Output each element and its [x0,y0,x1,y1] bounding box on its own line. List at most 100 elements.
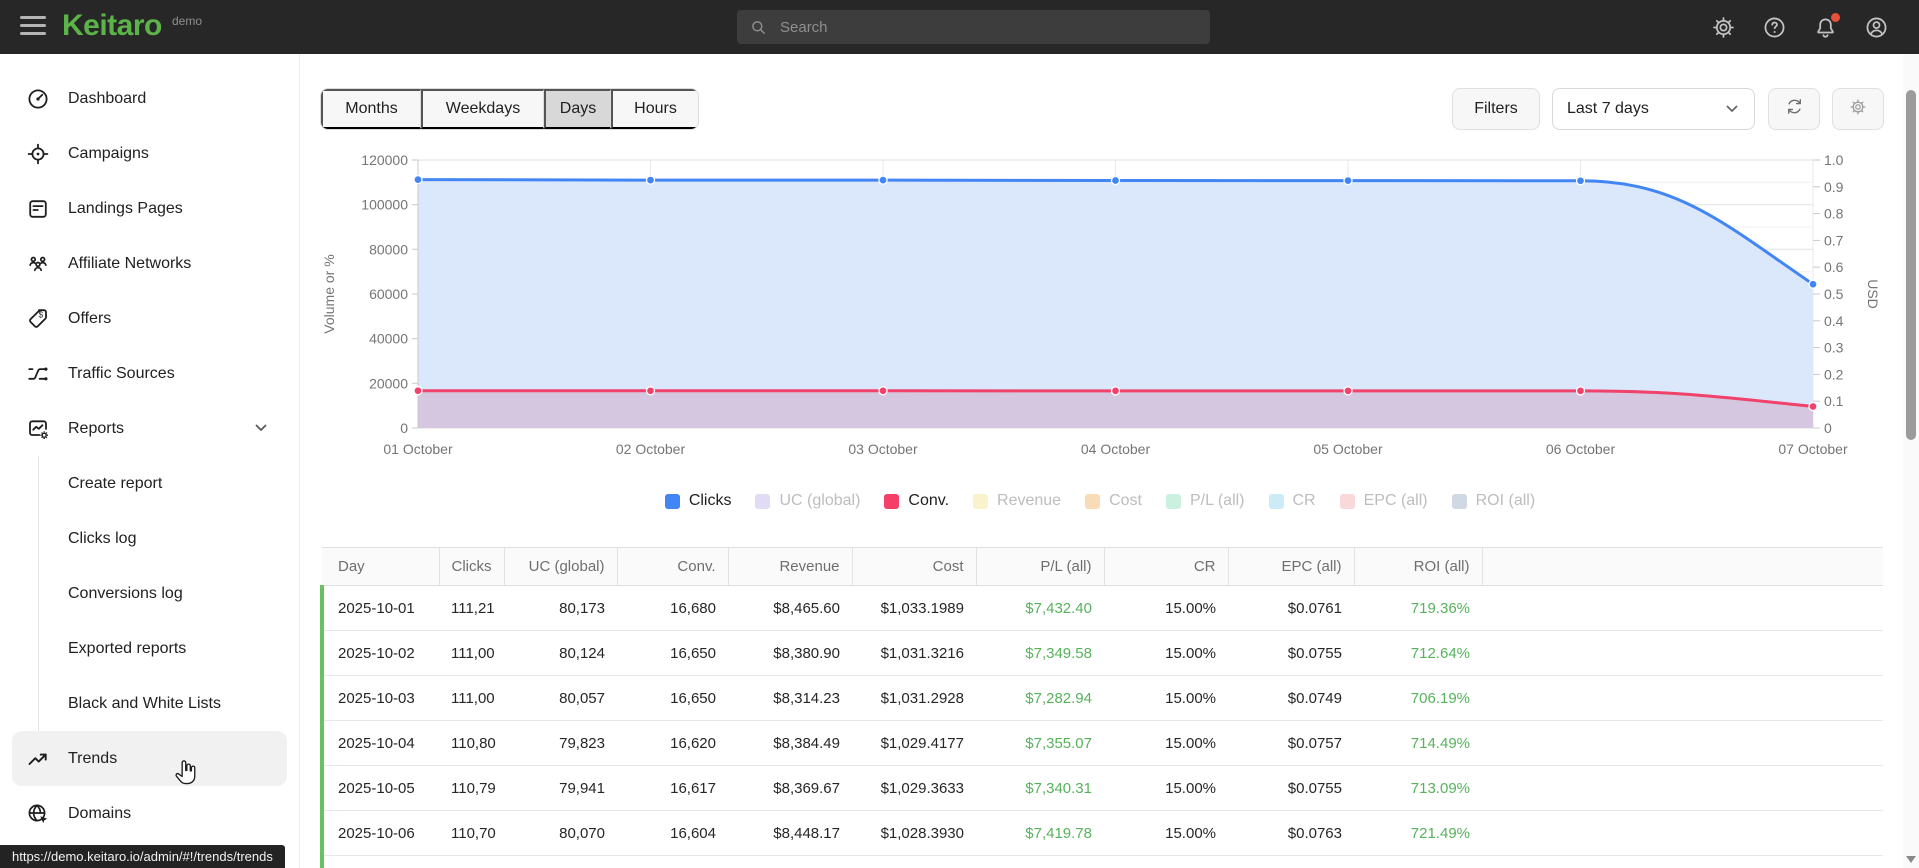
cell-cost: $1,028.3930 [852,810,976,856]
cell-day: 2025-10-02 [320,630,439,676]
sidebar-item-exported-reports[interactable]: Exported reports [39,621,299,676]
chevron-down-icon[interactable] [253,420,269,436]
column-header-p-l-all[interactable]: P/L (all) [976,547,1105,586]
cell-clicks: 111,00 [439,675,504,721]
column-header-revenue[interactable]: Revenue [728,547,853,586]
cell-filler [1482,765,1883,811]
legend-item-clicks[interactable]: Clicks [664,492,732,510]
legend-item-roi-all[interactable]: ROI (all) [1451,492,1535,510]
cell-epc-all: $0.0761 [1228,585,1354,631]
column-header-conv[interactable]: Conv. [617,547,729,586]
app-logo[interactable]: Keitaro [62,9,162,43]
table-header: Day Clicks UC (global) Conv. Revenue Cost P/L … [322,547,1883,586]
svg-text:0.8: 0.8 [1824,206,1844,222]
sidebar-item-reports[interactable]: Reports [12,401,287,456]
svg-text:Volume or %: Volume or % [321,254,337,333]
sidebar-item-domains[interactable]: Domains [12,786,287,841]
cell-revenue: $4,869.94 [728,855,852,868]
tab-days[interactable]: Days [544,89,611,129]
legend-label: Clicks [688,492,732,509]
sidebar-item-dashboard[interactable]: Dashboard [12,71,287,126]
refresh-button[interactable] [1768,88,1820,130]
account-icon[interactable] [1864,15,1889,40]
svg-text:20000: 20000 [369,375,408,391]
svg-text:100000: 100000 [361,197,408,213]
cell-roi-all: 726.76% [1354,855,1482,868]
chart-settings-button[interactable] [1832,88,1884,130]
sidebar-item-label: Trends [68,749,118,767]
sidebar-item-clicks-log[interactable]: Clicks log [39,511,299,566]
cell-uc-global: 80,070 [504,810,617,856]
legend-label: Revenue [997,492,1062,509]
cell-clicks: 111,21 [439,585,504,631]
cell-cr: 15.00% [1104,630,1228,676]
cell-uc-global: 80,057 [504,675,617,721]
table-body: 2025-10-01 111,21 80,173 16,680 $8,465.60 $1,… [320,585,1883,868]
sidebar-item-campaigns[interactable]: Campaigns [12,126,287,181]
cell-uc-global: 79,823 [504,720,617,766]
column-header-day[interactable]: Day [322,547,440,586]
column-header-uc-global[interactable]: UC (global) [504,547,618,586]
notification-dot [1831,12,1840,22]
legend-swatch [664,493,680,509]
legend-item-conv[interactable]: Conv. [884,492,949,510]
sidebar-item-label: Domains [68,804,132,822]
campaigns-icon [26,142,50,166]
help-icon[interactable] [1762,15,1787,40]
legend-item-p-l-all[interactable]: P/L (all) [1165,492,1245,510]
cell-day: 2025-10-01 [320,585,439,631]
scrollbar-track[interactable] [1903,54,1919,868]
date-range-select[interactable]: Last 7 days [1552,88,1755,130]
tab-hours[interactable]: Hours [611,89,698,129]
cell-revenue: $8,448.17 [728,810,852,856]
tab-months[interactable]: Months [321,89,421,129]
legend-swatch [884,493,900,509]
trends-chart: 0 20000 40000 60000 80000 100000 120000 0 0.1 0.2… [321,152,1880,457]
legend-item-cost[interactable]: Cost [1085,492,1142,510]
scrollbar-thumb[interactable] [1906,90,1916,440]
legend-item-cr[interactable]: CR [1268,492,1316,510]
sidebar-item-landings-pages[interactable]: Landings Pages [12,181,287,236]
sidebar-item-label: Traffic Sources [68,364,175,382]
sidebar: Dashboard Campaigns Landings Pages Affiliat… [0,54,300,868]
cell-roi-all: 713.09% [1354,765,1482,811]
settings-icon[interactable] [1711,15,1736,40]
column-header-cost[interactable]: Cost [852,547,977,586]
cell-uc-global: 79,941 [504,765,617,811]
sidebar-item-conversions-log[interactable]: Conversions log [39,566,299,621]
sidebar-item-black-and-white-lists[interactable]: Black and White Lists [39,676,299,731]
scroll-down-arrow-icon[interactable] [1906,856,1916,863]
sidebar-item-traffic-sources[interactable]: Traffic Sources [12,346,287,401]
cell-roi-all: 714.49% [1354,720,1482,766]
cell-day: 2025-10-07 [320,855,439,868]
legend-item-uc-global[interactable]: UC (global) [755,492,860,510]
table-row: 2025-10-0764,4044,4579,648$4,869.94$597.… [320,855,1883,868]
cell-conv: 9,648 [617,855,728,868]
legend-label: CR [1292,492,1316,509]
menu-toggle-button[interactable] [20,16,46,38]
cell-uc-global: 80,124 [504,630,617,676]
sidebar-item-trends[interactable]: Trends [12,731,287,786]
column-header-epc-all[interactable]: EPC (all) [1228,547,1355,586]
search-input[interactable] [778,17,1198,37]
svg-text:1.0: 1.0 [1824,152,1844,168]
legend-item-revenue[interactable]: Revenue [973,492,1061,510]
cell-day: 2025-10-03 [320,675,439,721]
tab-weekdays[interactable]: Weekdays [421,89,544,129]
column-header-clicks[interactable]: Clicks [439,547,505,586]
notifications-bell-icon[interactable] [1813,12,1840,40]
column-header-roi-all[interactable]: ROI (all) [1354,547,1483,586]
svg-text:0.5: 0.5 [1824,286,1844,302]
table-row: 2025-10-06 110,70 80,070 16,604 $8,448.17 $1,… [320,810,1883,856]
sidebar-item-affiliate-networks[interactable]: Affiliate Networks [12,236,287,291]
app-window: Keitaro demo Dashboard Campaigns Landings … [0,0,1919,868]
legend-swatch [1268,493,1284,509]
column-header-cr[interactable]: CR [1104,547,1229,586]
sidebar-item-offers[interactable]: $ Offers [12,291,287,346]
cell-clicks: 110,80 [439,720,504,766]
filters-button[interactable]: Filters [1452,88,1540,130]
legend-item-epc-all[interactable]: EPC (all) [1339,492,1428,510]
svg-text:06 October: 06 October [1546,441,1616,457]
search-box[interactable] [737,10,1210,44]
sidebar-item-create-report[interactable]: Create report [39,456,299,511]
